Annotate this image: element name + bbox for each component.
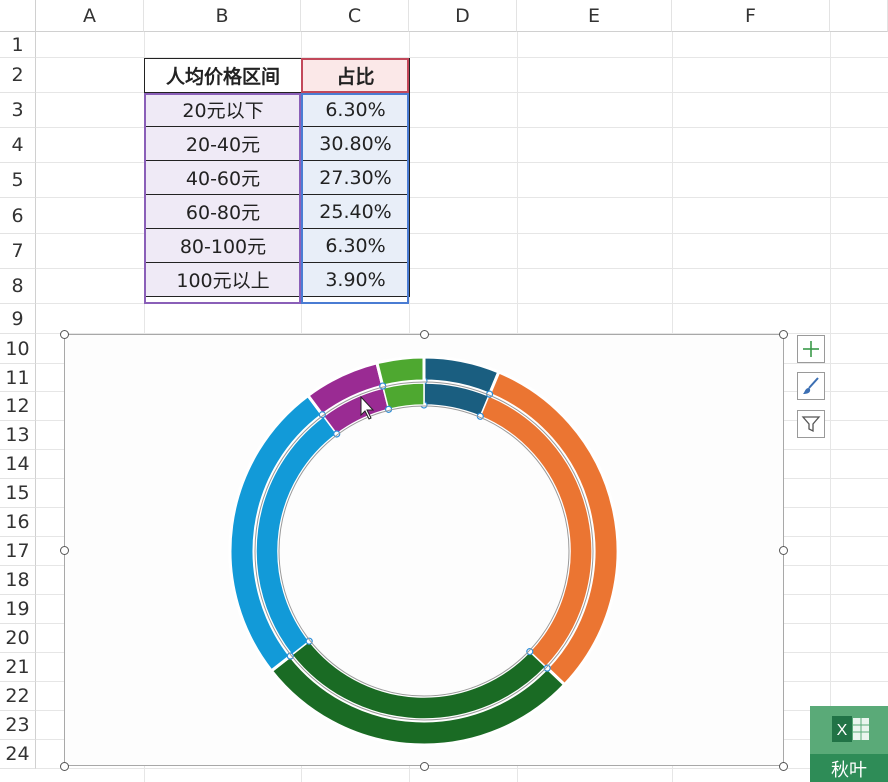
plus-icon (803, 341, 819, 357)
row-header-14[interactable]: 14 (0, 450, 36, 479)
series-name-highlight (301, 58, 409, 93)
column-header-b[interactable]: B (144, 0, 301, 32)
row-header-2[interactable]: 2 (0, 58, 36, 93)
row-header-4[interactable]: 4 (0, 128, 36, 163)
row-header-5[interactable]: 5 (0, 163, 36, 198)
row-header-23[interactable]: 23 (0, 711, 36, 740)
spreadsheet-grid[interactable]: A B C D E F 1 2 3 4 5 6 7 8 9 10 11 12 13 14 15 16 17 18 1… (0, 0, 888, 782)
watermark-logo: X 秋叶 (810, 706, 888, 782)
header-price-range[interactable]: 人均价格区间 (144, 58, 302, 93)
chart-elements-button[interactable] (797, 335, 825, 363)
doughnut-slice-inner-5[interactable] (382, 382, 425, 411)
row-header-13[interactable]: 13 (0, 421, 36, 450)
row-header-12[interactable]: 12 (0, 392, 36, 421)
column-header-e[interactable]: E (517, 0, 672, 32)
row-header-22[interactable]: 22 (0, 682, 36, 711)
row-header-10[interactable]: 10 (0, 334, 36, 364)
slice-selection-handle[interactable] (384, 405, 393, 413)
resize-handle-tr[interactable] (779, 330, 788, 339)
resize-handle-tl[interactable] (60, 330, 69, 339)
resize-handle-bm[interactable] (420, 762, 429, 771)
doughnut-chart-area[interactable] (64, 334, 784, 766)
column-header-a[interactable]: A (36, 0, 144, 32)
resize-handle-bl[interactable] (60, 762, 69, 771)
slice-selection-handle[interactable] (379, 382, 387, 390)
row-header-3[interactable]: 3 (0, 93, 36, 128)
chart-styles-button[interactable] (797, 372, 825, 400)
column-header-g[interactable] (830, 0, 888, 32)
row-header-20[interactable]: 20 (0, 624, 36, 653)
brush-icon (803, 377, 819, 394)
resize-handle-mr[interactable] (779, 546, 788, 555)
row-header-19[interactable]: 19 (0, 595, 36, 624)
row-header-8[interactable]: 8 (0, 269, 36, 304)
excel-logo-icon: X (810, 706, 888, 754)
watermark-text: 秋叶 (831, 760, 867, 781)
column-header-f[interactable]: F (672, 0, 830, 32)
resize-handle-ml[interactable] (60, 546, 69, 555)
row-header-24[interactable]: 24 (0, 740, 36, 769)
doughnut-chart[interactable] (65, 335, 783, 765)
ring-outline (278, 405, 570, 697)
row-header-9[interactable]: 9 (0, 304, 36, 334)
row-header-11[interactable]: 11 (0, 364, 36, 392)
row-header-6[interactable]: 6 (0, 198, 36, 234)
row-header-1[interactable]: 1 (0, 32, 36, 58)
row-header-21[interactable]: 21 (0, 653, 36, 682)
row-header-17[interactable]: 17 (0, 537, 36, 566)
chart-filters-button[interactable] (797, 410, 825, 438)
column-header-d[interactable]: D (409, 0, 517, 32)
row-header-18[interactable]: 18 (0, 566, 36, 595)
column-header-c[interactable]: C (301, 0, 409, 32)
row-header-7[interactable]: 7 (0, 234, 36, 269)
row-header-15[interactable]: 15 (0, 479, 36, 508)
resize-handle-tm[interactable] (420, 330, 429, 339)
category-range-highlight (144, 93, 301, 304)
svg-text:X: X (837, 722, 848, 739)
filter-icon (801, 416, 821, 433)
select-all-corner[interactable] (0, 0, 36, 32)
value-range-highlight (301, 93, 409, 304)
resize-handle-br[interactable] (779, 762, 788, 771)
row-header-16[interactable]: 16 (0, 508, 36, 537)
